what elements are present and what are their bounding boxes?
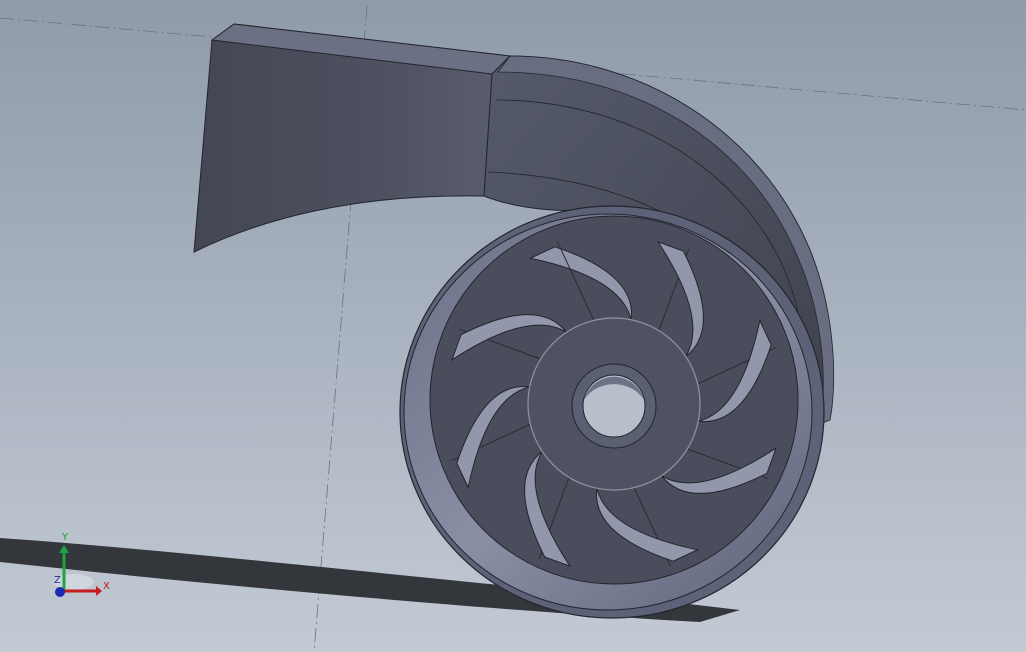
graphics-viewport[interactable]: X Y Z <box>0 0 1026 652</box>
scene-3d-view[interactable] <box>0 0 1026 652</box>
triad-z-axis <box>55 587 65 597</box>
shaft-bore <box>582 374 646 438</box>
triad-z-label: Z <box>54 575 61 586</box>
triad-y-label: Y <box>62 532 69 543</box>
triad-x-label: X <box>103 581 110 592</box>
